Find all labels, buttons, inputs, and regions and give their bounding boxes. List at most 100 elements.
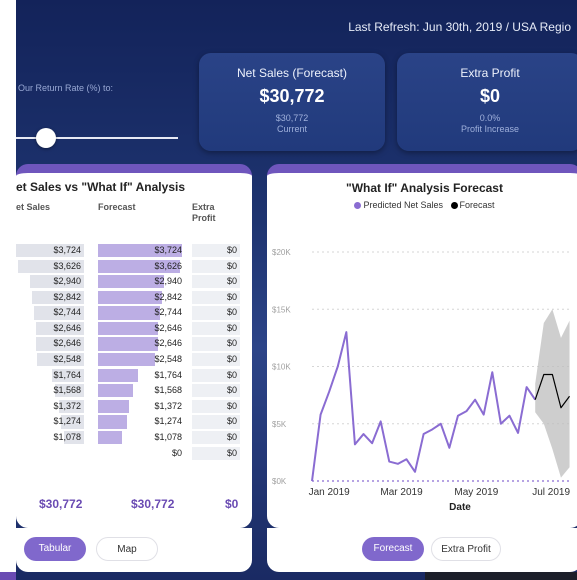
forecast-bar [98, 321, 158, 336]
table-row[interactable]: $2,548 $2,548 $0 [16, 353, 252, 367]
extra-profit-value: $0 [226, 416, 237, 427]
forecast-bar [98, 384, 134, 398]
extra-profit-cell: $0 [192, 384, 240, 398]
x-tick-label: May 2019 [454, 487, 498, 498]
extra-profit-cell: $0 [192, 430, 240, 445]
table-row[interactable]: $2,940 $2,940 $0 [16, 275, 252, 289]
last-refresh-text: Last Refresh: Jun 30th, 2019 / USA Regio [348, 20, 571, 34]
net-sales-cell: $3,724 [16, 244, 84, 258]
net-sales-value: $2,548 [53, 354, 81, 365]
net-sales-value: $3,626 [53, 260, 81, 271]
total-net-sales: $30,772 [39, 497, 83, 511]
extra-profit-value: $0 [226, 307, 237, 318]
table-body: $3,724 $3,724 $0 $3,626 $3,626 $0 $2,940 $2,940… [16, 244, 252, 462]
table-row[interactable]: $1,568 $1,568 $0 [16, 384, 252, 398]
net-sales-forecast-card: Net Sales (Forecast) $30,772 $30,772 Cur… [199, 53, 385, 151]
net-sales-value: $1,372 [53, 400, 81, 411]
table-row[interactable]: $2,744 $2,744 $0 [16, 306, 252, 320]
extra-profit-cell: $0 [192, 321, 240, 336]
total-extra-profit: $0 [225, 497, 239, 511]
extra-profit-value: $0 [226, 291, 237, 302]
sales-vs-whatif-table-panel: et Sales vs "What If" Analysis et Sales … [16, 164, 252, 528]
table-row[interactable]: $0 $0 [16, 446, 252, 460]
net-sales-cell: $2,646 [16, 337, 84, 351]
forecast-value: $2,548 [154, 354, 182, 365]
extra-profit-value: $0 [226, 338, 237, 349]
extra-profit-value: $0 [226, 447, 237, 458]
net-sales-value: $1,274 [53, 416, 81, 427]
forecast-cell: $1,274 [98, 415, 185, 429]
table-row[interactable]: $1,764 $1,764 $0 [16, 368, 252, 382]
extra-profit-value: $0 [226, 431, 237, 442]
net-sales-value: $3,724 [53, 245, 81, 255]
kpi-sub-label: Profit Increase [460, 124, 520, 134]
x-tick-label: Mar 2019 [380, 487, 423, 498]
forecast-bar [98, 353, 156, 367]
forecast-cell: $1,078 [98, 430, 185, 445]
forecast-cell: $3,626 [98, 259, 185, 273]
total-forecast: $30,772 [131, 497, 175, 511]
extra-profit-button[interactable]: Extra Profit [431, 537, 501, 561]
net-sales-value: $2,646 [53, 322, 81, 333]
forecast-cell: $1,764 [98, 368, 185, 382]
table-row[interactable]: $2,646 $2,646 $0 [16, 337, 252, 351]
forecast-cell: $3,724 [98, 244, 185, 258]
chart-toggle-bar: Forecast Extra Profit [267, 528, 577, 572]
kpi-title: Net Sales (Forecast) [236, 66, 348, 80]
forecast-value: $2,842 [154, 291, 182, 302]
extra-profit-cell: $0 [192, 275, 240, 289]
table-row[interactable]: $3,626 $3,626 $0 [16, 259, 252, 273]
forecast-button[interactable]: Forecast [362, 537, 424, 561]
forecast-bar [98, 337, 158, 351]
forecast-confidence-band [535, 309, 570, 478]
net-sales-cell: $2,646 [16, 321, 84, 336]
x-axis-label: Date [449, 502, 471, 513]
net-sales-cell: $1,372 [16, 399, 84, 413]
extra-profit-value: $0 [226, 276, 237, 287]
table-row[interactable]: $1,372 $1,372 $0 [16, 399, 252, 413]
return-rate-slider-label: Our Return Rate (%) to: [18, 83, 114, 93]
forecast-value: $1,078 [154, 431, 182, 442]
forecast-value: $0 [171, 447, 182, 458]
column-header-extra-profit[interactable]: Extra Profit [192, 202, 232, 224]
forecast-cell: $2,646 [98, 321, 185, 336]
whatif-forecast-chart-panel: "What If" Analysis Forecast Predicted Ne… [267, 164, 577, 528]
table-row[interactable]: $2,842 $2,842 $0 [16, 290, 252, 304]
forecast-cell: $2,744 [98, 306, 185, 320]
forecast-value: $3,724 [154, 245, 182, 255]
forecast-value: $1,764 [154, 369, 182, 380]
column-header-net-sales[interactable]: et Sales [16, 202, 50, 212]
y-tick-label: $10K [272, 363, 291, 372]
x-tick-label: Jan 2019 [309, 487, 351, 498]
table-row[interactable]: $1,274 $1,274 $0 [16, 415, 252, 429]
y-tick-label: $5K [272, 420, 287, 429]
table-row[interactable]: $2,646 $2,646 $0 [16, 321, 252, 336]
tabular-button[interactable]: Tabular [24, 537, 86, 561]
forecast-bar [98, 290, 163, 304]
forecast-value: $1,274 [154, 416, 182, 427]
extra-profit-value: $0 [226, 385, 237, 396]
extra-profit-value: $0 [226, 260, 237, 271]
forecast-bar [98, 430, 123, 445]
net-sales-value: $2,646 [53, 338, 81, 349]
return-rate-slider-handle[interactable] [36, 128, 56, 148]
forecast-cell: $2,548 [98, 353, 185, 367]
kpi-value: $0 [479, 86, 501, 106]
left-edge-strip [0, 0, 16, 580]
map-button[interactable]: Map [96, 537, 158, 561]
kpi-title: Extra Profit [460, 66, 520, 80]
extra-profit-cell: $0 [192, 337, 240, 351]
net-sales-cell [16, 447, 84, 460]
extra-profit-value: $0 [226, 322, 237, 333]
net-sales-cell: $2,940 [16, 275, 84, 289]
forecast-value: $3,626 [154, 260, 182, 271]
extra-profit-cell: $0 [192, 306, 240, 320]
table-row[interactable]: $3,724 $3,724 $0 [16, 244, 252, 258]
net-sales-value: $1,764 [53, 369, 81, 380]
forecast-line-chart: $0K $5K $10K $15K $20K Jan 2019 Mar 2019 May 20… [272, 248, 572, 513]
taskbar-fragment [425, 572, 577, 580]
table-row[interactable]: $1,078 $1,078 $0 [16, 430, 252, 445]
forecast-value: $2,646 [154, 322, 182, 333]
extra-profit-cell: $0 [192, 290, 240, 304]
column-header-forecast[interactable]: Forecast [98, 202, 136, 212]
